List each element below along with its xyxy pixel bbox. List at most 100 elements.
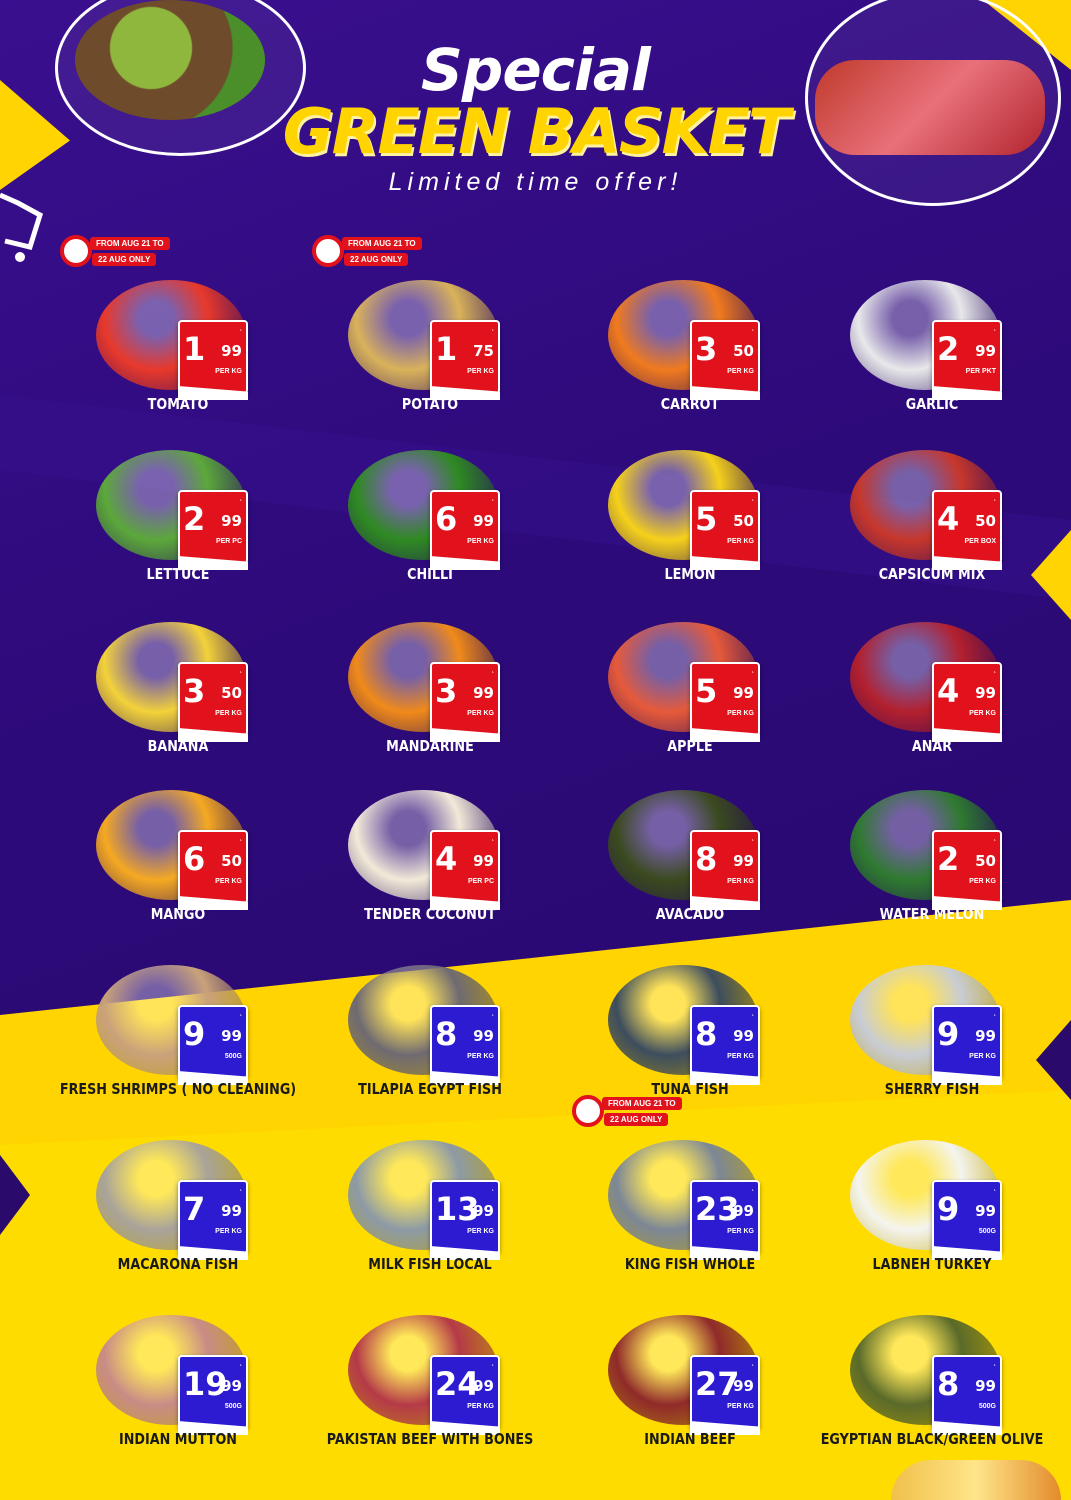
price-decimal: 99 — [221, 342, 242, 360]
header-title: GREEN BASKET — [282, 95, 790, 168]
dirham-icon: ˔ — [993, 834, 996, 843]
price-decimal: 50 — [221, 852, 242, 870]
dirham-icon: ˔ — [751, 834, 754, 843]
price-decimal: 99 — [975, 1202, 996, 1220]
header-subtitle: Limited time offer! — [388, 168, 683, 196]
price-decimal: 99 — [733, 1377, 754, 1395]
offer-date-badge: FROM AUG 21 TO 22 AUG ONLY — [572, 1095, 697, 1135]
stopwatch-icon — [60, 235, 92, 267]
price-unit: PER KG — [215, 1228, 242, 1235]
price-decimal: 99 — [221, 512, 242, 530]
product-card: ˔ 3 50 PER KG CARROT — [590, 270, 790, 430]
price-unit: PER KG — [969, 710, 996, 717]
price-tag: ˔ 6 50 PER KG — [178, 830, 248, 910]
product-name: MANGO — [150, 905, 206, 923]
price-integer: 6 — [435, 500, 458, 538]
price-unit: 500G — [978, 1403, 996, 1410]
price-tag: ˔ 4 99 PER PC — [430, 830, 500, 910]
product-card: ˔ 13 99 PER KG MILK FISH LOCAL — [330, 1130, 530, 1290]
product-name: EGYPTIAN BLACK/GREEN OLIVE — [820, 1430, 1044, 1448]
price-decimal: 99 — [473, 1202, 494, 1220]
stopwatch-icon — [312, 235, 344, 267]
price-tag: ˔ 27 99 PER KG — [690, 1355, 760, 1435]
product-card: ˔ 7 99 PER KG MACARONA FISH — [78, 1130, 278, 1290]
price-integer: 4 — [937, 500, 960, 538]
product-name: LEMON — [664, 565, 716, 583]
product-card: ˔ 8 99 PER KG AVACADO — [590, 780, 790, 940]
price-unit: PER KG — [727, 878, 754, 885]
price-unit: PER KG — [215, 878, 242, 885]
price-unit: PER KG — [727, 1403, 754, 1410]
product-name: FRESH SHRIMPS ( NO CLEANING) — [59, 1080, 297, 1098]
dirham-icon: ˔ — [239, 666, 242, 675]
product-name: GARLIC — [905, 395, 959, 413]
dirham-icon: ˔ — [751, 1009, 754, 1018]
product-card: ˔ 5 99 PER KG APPLE — [590, 612, 790, 772]
price-tag: ˔ 9 99 PER KG — [932, 1005, 1002, 1085]
price-unit: PER KG — [467, 1228, 494, 1235]
price-tag: ˔ 8 99 PER KG — [430, 1005, 500, 1085]
product-card: ˔ 9 99 500G FRESH SHRIMPS ( NO CLEANING) — [60, 955, 296, 1115]
dirham-icon: ˔ — [751, 494, 754, 503]
product-card: ˔ 4 99 PER KG ANAR — [832, 612, 1032, 772]
price-unit: PER KG — [467, 710, 494, 717]
price-integer: 2 — [937, 330, 960, 368]
dirham-icon: ˔ — [751, 1359, 754, 1368]
dirham-icon: ˔ — [491, 1359, 494, 1368]
dirham-icon: ˔ — [491, 324, 494, 333]
product-card: ˔ 2 50 PER KG WATER MELON — [832, 780, 1032, 940]
header-special: Special — [421, 36, 651, 104]
price-decimal: 99 — [473, 1377, 494, 1395]
price-integer: 9 — [937, 1190, 960, 1228]
product-name: APPLE — [667, 737, 713, 755]
badge-line-2: 22 AUG ONLY — [604, 1113, 669, 1126]
badge-line-1: FROM AUG 21 TO — [90, 237, 170, 250]
price-tag: ˔ 2 99 PER PKT — [932, 320, 1002, 400]
header: Special GREEN BASKET Limited time offer! — [0, 40, 1071, 197]
badge-line-1: FROM AUG 21 TO — [342, 237, 422, 250]
dirham-icon: ˔ — [993, 1009, 996, 1018]
price-decimal: 99 — [733, 684, 754, 702]
price-decimal: 99 — [473, 684, 494, 702]
price-integer: 5 — [695, 500, 718, 538]
badge-line-2: 22 AUG ONLY — [92, 253, 157, 266]
price-integer: 8 — [937, 1365, 960, 1403]
dirham-icon: ˔ — [993, 1184, 996, 1193]
dirham-icon: ˔ — [491, 666, 494, 675]
product-name: MACARONA FISH — [117, 1255, 239, 1273]
price-unit: PER KG — [467, 1053, 494, 1060]
product-name: TOMATO — [147, 395, 209, 413]
price-decimal: 50 — [975, 852, 996, 870]
price-integer: 3 — [695, 330, 718, 368]
dirham-icon: ˔ — [993, 1359, 996, 1368]
price-integer: 8 — [435, 1015, 458, 1053]
price-integer: 8 — [695, 840, 718, 878]
price-decimal: 99 — [733, 852, 754, 870]
price-decimal: 99 — [473, 512, 494, 530]
product-name: LETTUCE — [146, 565, 210, 583]
product-card: ˔ 6 50 PER KG MANGO — [78, 780, 278, 940]
price-integer: 1 — [435, 330, 458, 368]
product-card: ˔ 8 99 PER KG TILAPIA EGYPT FISH — [330, 955, 530, 1115]
dirham-icon: ˔ — [239, 324, 242, 333]
product-card: ˔ 24 99 PER KG PAKISTAN BEEF WITH BONES — [327, 1305, 533, 1465]
product-card: ˔ 3 99 PER KG MANDARINE — [330, 612, 530, 772]
product-name: TILAPIA EGYPT FISH — [358, 1080, 502, 1098]
price-tag: ˔ 2 50 PER KG — [932, 830, 1002, 910]
price-integer: 3 — [183, 672, 206, 710]
product-name: BANANA — [147, 737, 209, 755]
price-integer: 3 — [435, 672, 458, 710]
product-card: ˔ 8 99 PER KG TUNA FISH — [590, 955, 790, 1115]
price-unit: PER KG — [969, 1053, 996, 1060]
price-unit: PER KG — [727, 538, 754, 545]
price-tag: ˔ 19 99 500G — [178, 1355, 248, 1435]
price-unit: PER PKT — [965, 368, 996, 375]
product-name: MILK FISH LOCAL — [368, 1255, 492, 1273]
price-integer: 4 — [937, 672, 960, 710]
product-card: ˔ 4 99 PER PC TENDER COCONUT — [330, 780, 530, 940]
price-integer: 2 — [183, 500, 206, 538]
product-name: WATER MELON — [879, 905, 985, 923]
price-unit: PER KG — [727, 1228, 754, 1235]
price-tag: ˔ 8 99 PER KG — [690, 1005, 760, 1085]
price-tag: ˔ 24 99 PER KG — [430, 1355, 500, 1435]
